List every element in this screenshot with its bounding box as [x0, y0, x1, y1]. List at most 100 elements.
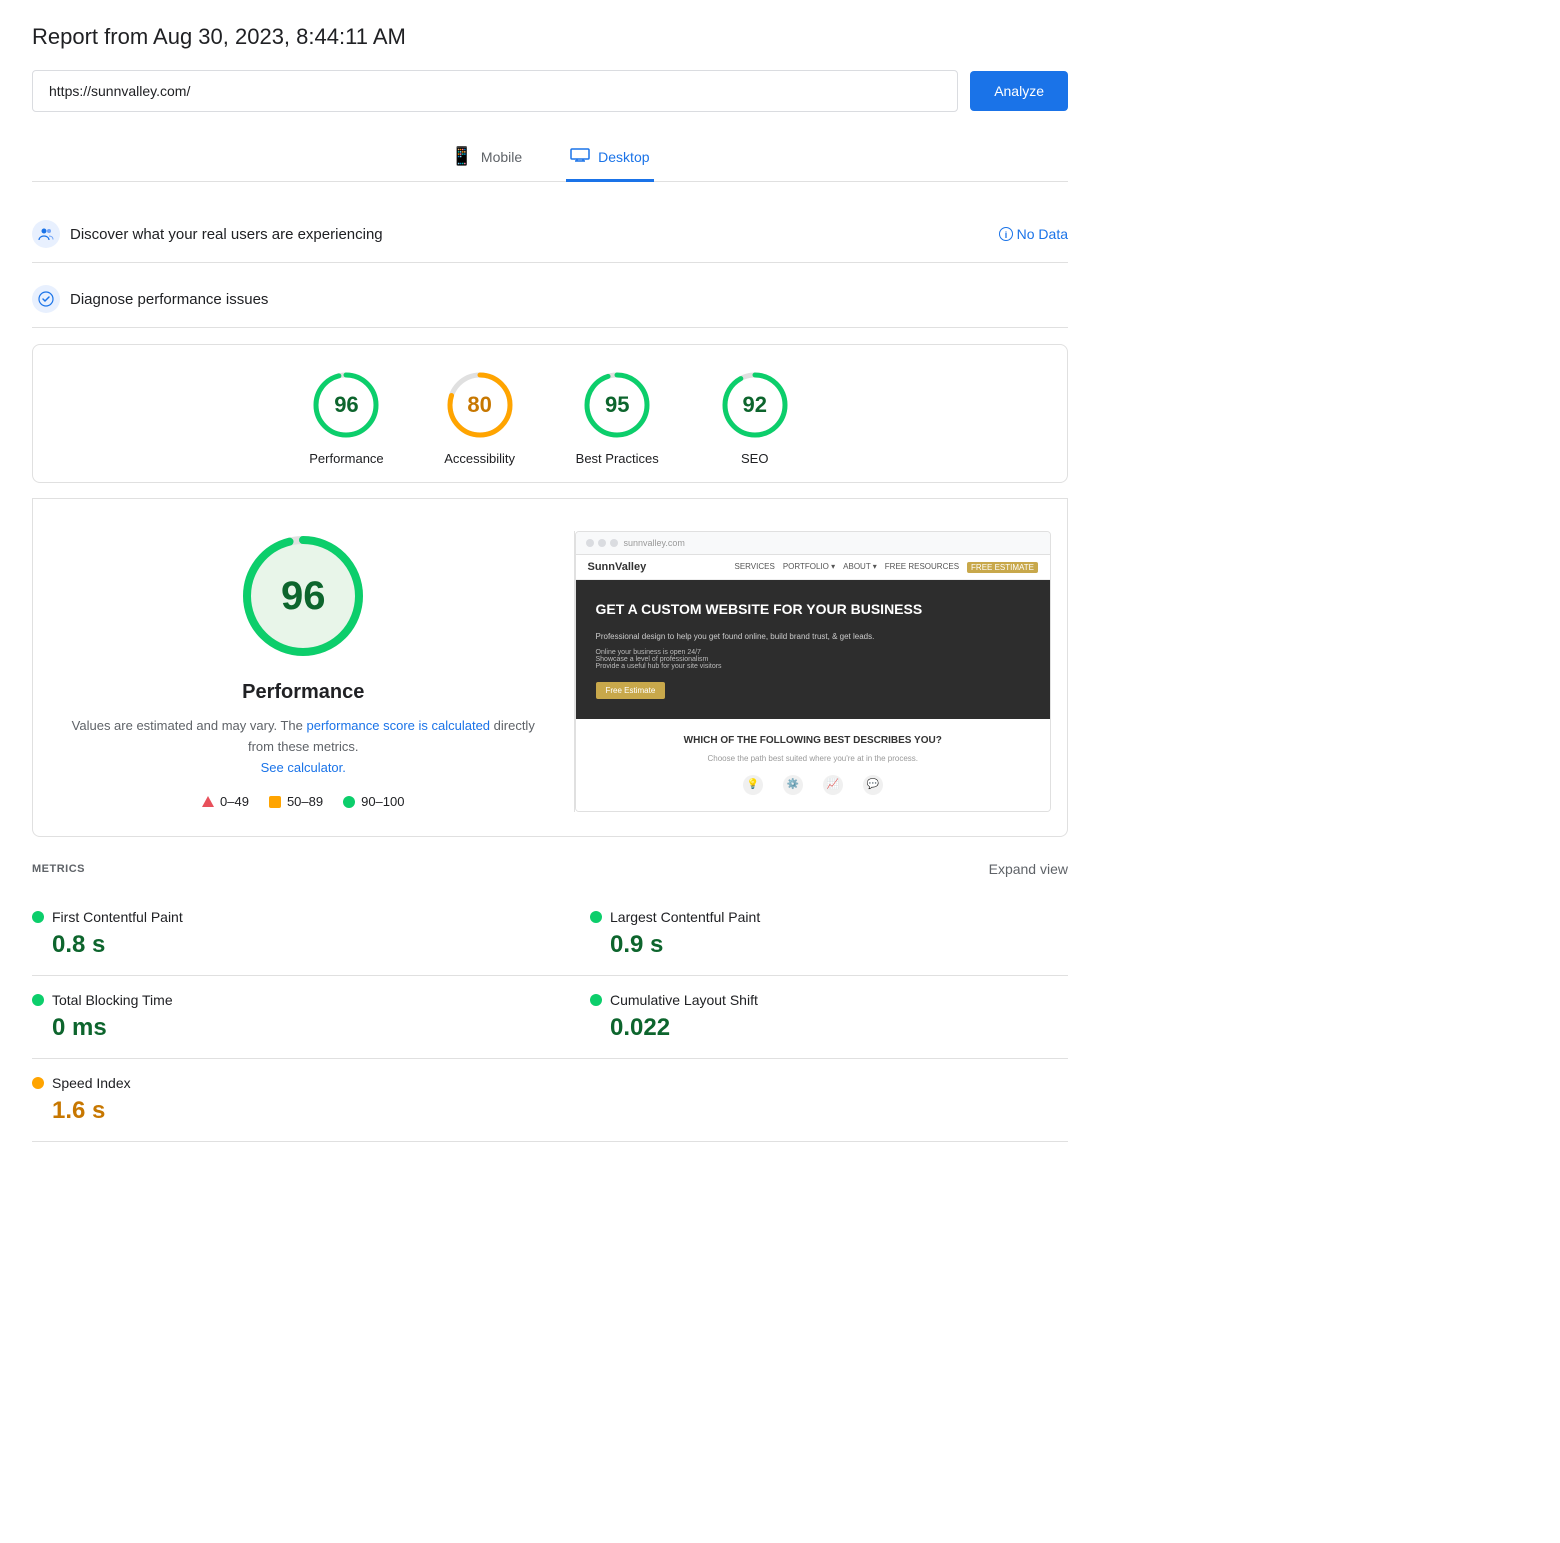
- preview-nav-resources: FREE RESOURCES: [885, 562, 959, 573]
- score-label-accessibility: Accessibility: [444, 451, 515, 466]
- score-best-practices: 95 Best Practices: [576, 369, 659, 466]
- metric-tbt-value: 0 ms: [32, 1014, 550, 1042]
- desktop-icon: [570, 146, 590, 167]
- preview-nav-estimate: FREE ESTIMATE: [967, 562, 1038, 573]
- preview-question-sub: Choose the path best suited where you're…: [596, 754, 1031, 763]
- preview-icon-4: 💬: [863, 775, 883, 795]
- tabs: 📱 Mobile Desktop: [32, 136, 1068, 182]
- metric-cls-value: 0.022: [590, 1014, 1068, 1042]
- good-icon: [343, 796, 355, 808]
- preview-hero-text: GET A CUSTOM WEBSITE FOR YOUR BUSINESS: [596, 600, 1031, 620]
- preview-url-label: sunnvalley.com: [624, 538, 685, 548]
- metric-placeholder: [550, 1059, 1068, 1142]
- preview-dot-3: [610, 539, 618, 547]
- expand-view-button[interactable]: Expand view: [989, 861, 1068, 877]
- diagnose-title: Diagnose performance issues: [70, 291, 1068, 308]
- metric-lcp: Largest Contentful Paint 0.9 s: [550, 893, 1068, 976]
- score-value-accessibility: 80: [467, 392, 491, 418]
- legend-good-range: 90–100: [361, 794, 404, 809]
- analyze-button[interactable]: Analyze: [970, 71, 1068, 111]
- metric-fcp-dot: [32, 911, 44, 923]
- metric-lcp-value: 0.9 s: [590, 931, 1068, 959]
- preview-dot-1: [586, 539, 594, 547]
- preview-dot-2: [598, 539, 606, 547]
- preview-icon-circle-2: ⚙️: [783, 775, 803, 795]
- perf-title: Performance: [65, 681, 542, 704]
- score-circle-accessibility: 80: [444, 369, 516, 441]
- score-label-seo: SEO: [741, 451, 768, 466]
- no-data-link[interactable]: i No Data: [999, 226, 1068, 242]
- preview-bullets: Online your business is open 24/7 Showca…: [596, 649, 1031, 670]
- metric-si-value: 1.6 s: [32, 1097, 550, 1125]
- preview-sub-text: Professional design to help you get foun…: [596, 632, 1031, 641]
- report-title: Report from Aug 30, 2023, 8:44:11 AM: [32, 24, 1068, 50]
- preview-cta-button[interactable]: Free Estimate: [596, 682, 666, 699]
- legend: 0–49 50–89 90–100: [65, 794, 542, 809]
- real-users-title: Discover what your real users are experi…: [70, 226, 989, 243]
- metrics-header: METRICS Expand view: [32, 861, 1068, 877]
- metric-fcp-label: First Contentful Paint: [52, 909, 183, 925]
- metric-si-label-row: Speed Index: [32, 1075, 550, 1091]
- metric-tbt-dot: [32, 994, 44, 1006]
- preview-nav-dots: [586, 539, 618, 547]
- perf-desc-prefix: Values are estimated and may vary. The: [72, 718, 307, 733]
- metrics-section: METRICS Expand view First Contentful Pai…: [32, 861, 1068, 1142]
- score-circle-performance: 96: [310, 369, 382, 441]
- preview-logo: SunnValley: [588, 561, 647, 573]
- score-value-seo: 92: [743, 392, 767, 418]
- metric-lcp-label-row: Largest Contentful Paint: [590, 909, 1068, 925]
- metric-cls: Cumulative Layout Shift 0.022: [550, 976, 1068, 1059]
- legend-medium-range: 50–89: [287, 794, 323, 809]
- preview-hero: GET A CUSTOM WEBSITE FOR YOUR BUSINESS P…: [576, 580, 1051, 719]
- real-users-section: Discover what your real users are experi…: [32, 206, 1068, 263]
- diagnose-icon: [32, 285, 60, 313]
- tab-mobile-label: Mobile: [481, 149, 522, 165]
- score-accessibility: 80 Accessibility: [444, 369, 516, 466]
- preview-header: sunnvalley.com: [576, 532, 1051, 555]
- score-label-performance: Performance: [309, 451, 383, 466]
- metric-lcp-dot: [590, 911, 602, 923]
- info-icon: i: [999, 227, 1013, 241]
- metric-cls-label-row: Cumulative Layout Shift: [590, 992, 1068, 1008]
- preview-bullet-3: Provide a useful hub for your site visit…: [596, 663, 1031, 670]
- preview-nav-items: SERVICES PORTFOLIO ▾ ABOUT ▾ FREE RESOUR…: [735, 562, 1039, 573]
- metric-si-label: Speed Index: [52, 1075, 131, 1091]
- preview-icon-circle-4: 💬: [863, 775, 883, 795]
- legend-medium: 50–89: [269, 794, 323, 809]
- tab-desktop[interactable]: Desktop: [566, 136, 653, 182]
- metric-fcp: First Contentful Paint 0.8 s: [32, 893, 550, 976]
- svg-text:i: i: [1004, 230, 1007, 240]
- preview-icon-circle-3: 📈: [823, 775, 843, 795]
- preview-site-nav: SunnValley SERVICES PORTFOLIO ▾ ABOUT ▾ …: [576, 555, 1051, 580]
- score-circle-seo: 92: [719, 369, 791, 441]
- bad-icon: [202, 796, 214, 807]
- metric-cls-dot: [590, 994, 602, 1006]
- metric-fcp-label-row: First Contentful Paint: [32, 909, 550, 925]
- preview-white-section: WHICH OF THE FOLLOWING BEST DESCRIBES YO…: [576, 719, 1051, 811]
- perf-desc: Values are estimated and may vary. The p…: [65, 716, 542, 778]
- preview-choice-icons: 💡 ⚙️ 📈 💬: [596, 775, 1031, 795]
- metric-fcp-value: 0.8 s: [32, 931, 550, 959]
- score-seo: 92 SEO: [719, 369, 791, 466]
- preview-nav-services: SERVICES: [735, 562, 775, 573]
- main-detail: 96 Performance Values are estimated and …: [32, 498, 1068, 837]
- tab-mobile[interactable]: 📱 Mobile: [446, 136, 526, 182]
- see-calculator-link[interactable]: See calculator.: [261, 760, 346, 775]
- score-performance: 96 Performance: [309, 369, 383, 466]
- url-input[interactable]: [32, 70, 958, 112]
- metric-tbt-label-row: Total Blocking Time: [32, 992, 550, 1008]
- preview-nav-about: ABOUT ▾: [843, 562, 877, 573]
- preview-nav-portfolio: PORTFOLIO ▾: [783, 562, 835, 573]
- detail-panels: 96 Performance Values are estimated and …: [33, 499, 1067, 836]
- perf-score-link[interactable]: performance score is calculated: [307, 718, 491, 733]
- score-label-best-practices: Best Practices: [576, 451, 659, 466]
- legend-good: 90–100: [343, 794, 404, 809]
- left-panel: 96 Performance Values are estimated and …: [33, 531, 575, 812]
- diagnose-section: Diagnose performance issues: [32, 271, 1068, 328]
- right-panel: sunnvalley.com SunnValley SERVICES PORTF…: [575, 531, 1068, 812]
- preview-icon-1: 💡: [743, 775, 763, 795]
- metric-si-dot: [32, 1077, 44, 1089]
- preview-icon-circle-1: 💡: [743, 775, 763, 795]
- metric-tbt: Total Blocking Time 0 ms: [32, 976, 550, 1059]
- preview-question: WHICH OF THE FOLLOWING BEST DESCRIBES YO…: [596, 735, 1031, 746]
